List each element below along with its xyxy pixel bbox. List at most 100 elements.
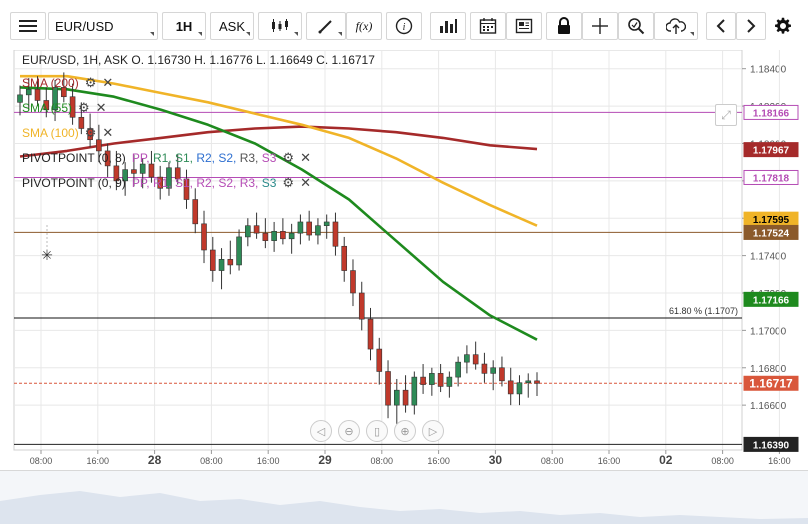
symbol-select[interactable]: EUR/USD: [48, 12, 158, 40]
scroll-right-button[interactable]: ▷: [422, 420, 444, 442]
prev-button[interactable]: [706, 12, 736, 40]
calendar-button[interactable]: [470, 12, 506, 40]
candle-body: [218, 259, 225, 271]
y-tick-label: 1.16600: [750, 401, 787, 412]
pivot-level-pp: PP,: [131, 151, 153, 165]
candle-body: [288, 232, 295, 240]
pivot-levels: PP, R1, S1, R2, S2, R3, S3: [132, 176, 277, 190]
chart-type-button[interactable]: [258, 12, 302, 40]
toolbar: EUR/USD 1H ASK f(x) i: [0, 0, 808, 50]
pivot-level-s2: S2,: [218, 176, 240, 190]
next-button[interactable]: [736, 12, 766, 40]
zoom-button[interactable]: [618, 12, 654, 40]
gear-icon[interactable]: ⚙: [282, 150, 294, 166]
chart-navigation: ◁ ⊖ ▯ ⊕ ▷: [310, 420, 444, 442]
info-button[interactable]: i: [386, 12, 422, 40]
candle-body: [280, 231, 286, 240]
pivot-level-r2: R2,: [196, 151, 219, 165]
pivot-level-pp: PP,: [131, 176, 153, 190]
zoom-out-icon: ⊖: [344, 425, 354, 438]
draw-icon: [318, 20, 332, 34]
svg-text:i: i: [403, 22, 406, 33]
indicator-sma-200[interactable]: SMA (200) ⚙ ✕: [22, 75, 113, 91]
chevron-down-icon: [338, 32, 342, 36]
crosshair-icon: [592, 18, 608, 34]
timeframe-select[interactable]: 1H: [162, 12, 206, 40]
prev-icon: [716, 19, 725, 33]
candle-body: [131, 169, 137, 174]
candle-body: [411, 376, 418, 406]
calendar-icon: [479, 18, 497, 34]
candle-body: [192, 199, 199, 225]
indicator-sma-100[interactable]: SMA (100) ⚙ ✕: [22, 125, 113, 141]
candle-body: [236, 236, 242, 266]
x-tick-label: 16:00: [427, 456, 450, 466]
candles-icon: [272, 19, 288, 32]
close-icon[interactable]: ✕: [102, 125, 113, 141]
pivot-label: PIVOTPOINT (0, 8): [22, 151, 126, 165]
candle-body: [262, 232, 269, 241]
gear-icon[interactable]: ⚙: [282, 175, 294, 191]
volume-button[interactable]: [430, 12, 466, 40]
price-side-label: ASK: [218, 18, 245, 34]
candle-body: [402, 389, 409, 406]
pivot-level-s3: S3: [261, 176, 277, 190]
indicator-pivot-2[interactable]: PIVOTPOINT (0, 9) PP, R1, S1, R2, S2, R3…: [22, 175, 311, 191]
indicator-sma-55[interactable]: SMA (55) ⚙ ✕: [22, 100, 107, 116]
pivot-level-s1: S1,: [174, 151, 197, 165]
settings-button[interactable]: [768, 12, 798, 40]
price-label: 1.18166: [753, 108, 790, 119]
menu-icon: [19, 20, 37, 32]
zoom-out-button[interactable]: ⊖: [338, 420, 360, 442]
candle-body: [315, 225, 321, 236]
overview-area: [0, 491, 808, 524]
candle-body: [297, 221, 304, 234]
upload-button[interactable]: [654, 12, 698, 40]
close-icon[interactable]: ✕: [102, 75, 113, 91]
price-side-select[interactable]: ASK: [210, 12, 254, 40]
price-label: 1.17818: [753, 173, 790, 184]
x-tick-label: 16:00: [257, 456, 280, 466]
overview-navigator[interactable]: [0, 470, 808, 524]
chevron-right-icon: ▷: [428, 425, 438, 438]
indicator-pivot-1[interactable]: PIVOTPOINT (0, 8) PP, R1, S1, R2, S2, R3…: [22, 150, 311, 166]
scroll-left-button[interactable]: ◁: [310, 420, 332, 442]
close-icon[interactable]: ✕: [96, 100, 107, 116]
candle-body: [429, 373, 435, 385]
crosshair-button[interactable]: [582, 12, 618, 40]
candle-body: [446, 376, 453, 387]
chevron-down-icon: [294, 32, 298, 36]
price-label: 1.17166: [753, 295, 790, 306]
candle-body: [306, 221, 312, 236]
x-tick-label: 28: [148, 453, 162, 467]
candle-body: [376, 348, 383, 372]
pivot-level-r3: R3,: [239, 151, 262, 165]
chevron-down-icon: [150, 32, 154, 36]
pivot-level-r1: R1,: [152, 176, 175, 190]
indicator-label: SMA (100): [22, 126, 79, 140]
close-icon[interactable]: ✕: [300, 150, 311, 166]
gear-icon[interactable]: ⚙: [78, 100, 90, 116]
y-tick-label: 1.17000: [750, 326, 787, 337]
candle-body: [420, 376, 426, 385]
price-chart[interactable]: 1.184001.182001.180001.178001.176001.174…: [0, 50, 808, 523]
draw-button[interactable]: [306, 12, 346, 40]
x-tick-label: 08:00: [711, 456, 734, 466]
candle-body: [385, 371, 391, 406]
indicator-label: SMA (55): [22, 101, 73, 115]
close-icon[interactable]: ✕: [300, 175, 311, 191]
gear-icon[interactable]: ⚙: [85, 75, 97, 91]
chart-area[interactable]: 1.184001.182001.180001.178001.176001.174…: [0, 50, 808, 523]
zoom-in-button[interactable]: ⊕: [394, 420, 416, 442]
reset-button[interactable]: ▯: [366, 420, 388, 442]
candle-body: [481, 363, 488, 374]
menu-button[interactable]: [10, 12, 46, 40]
gear-icon[interactable]: ⚙: [85, 125, 97, 141]
candle-body: [534, 380, 540, 384]
settings-icon: [775, 17, 791, 34]
indicators-button[interactable]: f(x): [346, 12, 382, 40]
news-button[interactable]: [506, 12, 542, 40]
expand-icon[interactable]: ⤢: [715, 104, 737, 126]
lock-button[interactable]: [546, 12, 582, 40]
pivot-level-r3: R3,: [239, 176, 262, 190]
